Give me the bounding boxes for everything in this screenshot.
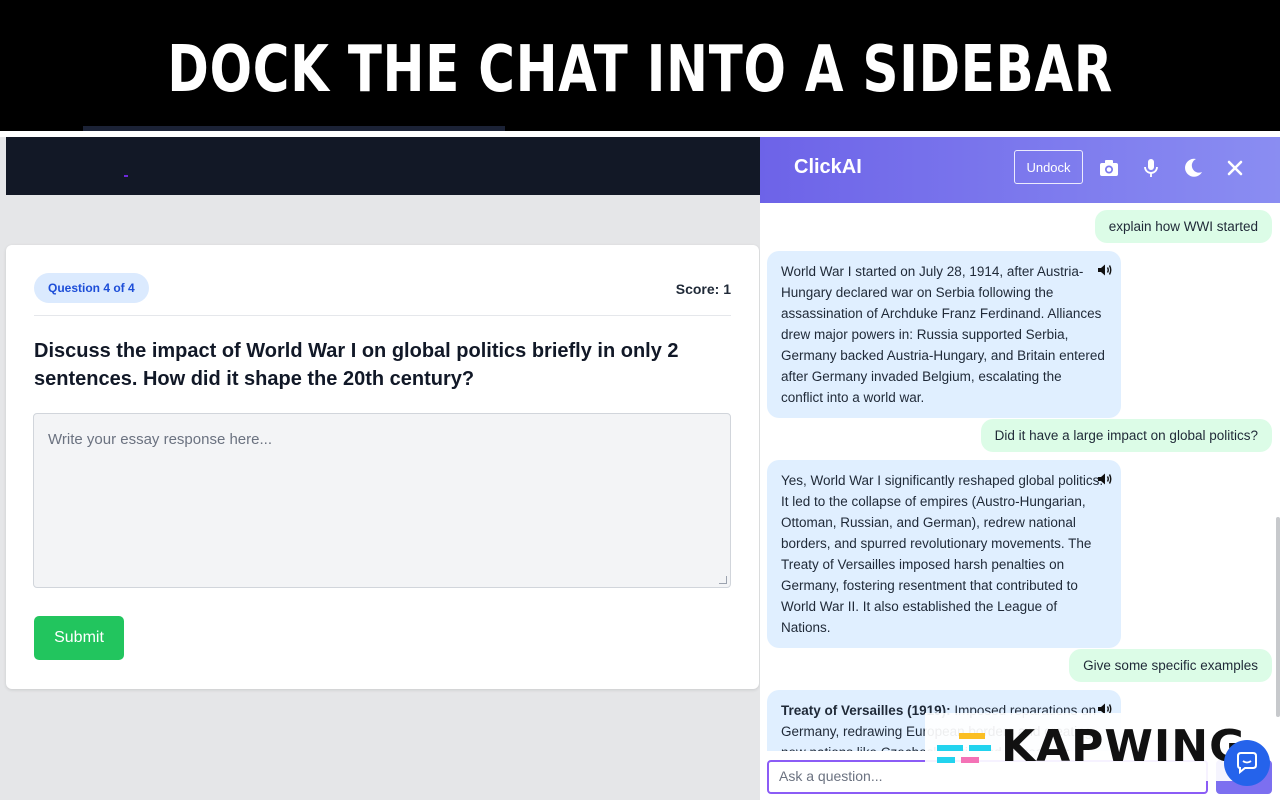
chat-bubble-icon: [1237, 752, 1257, 775]
chat-header: ClickAI Undock: [760, 137, 1280, 203]
app-header: [6, 137, 760, 195]
card-divider: [34, 315, 731, 316]
microphone-icon[interactable]: [1140, 157, 1162, 179]
user-message: Did it have a large impact on global pol…: [980, 419, 1272, 452]
ask-input-placeholder: Ask a question...: [779, 768, 883, 784]
chat-sidebar: ClickAI Undock explain how WWI started W…: [760, 137, 1280, 800]
kapwing-logo-icon: [937, 733, 991, 763]
chat-brand: ClickAI: [794, 156, 862, 178]
undock-button[interactable]: Undock: [1014, 150, 1083, 184]
caption-banner: DOCK THE CHAT INTO A SIDEBAR: [0, 0, 1280, 131]
watermark-text: KAPWING: [1001, 721, 1247, 772]
kapwing-watermark: KAPWING: [925, 713, 1255, 781]
user-message: Give some specific examples: [1069, 649, 1272, 682]
moon-icon[interactable]: [1182, 157, 1204, 179]
speaker-icon[interactable]: [1097, 472, 1113, 486]
banner-title: DOCK THE CHAT INTO A SIDEBAR: [167, 32, 1113, 107]
question-progress-badge: Question 4 of 4: [34, 273, 149, 303]
assistant-message-text: Yes, World War I significantly reshaped …: [781, 473, 1104, 635]
score-label: Score: 1: [675, 281, 731, 297]
user-message: explain how WWI started: [1094, 210, 1272, 243]
assistant-message: World War I started on July 28, 1914, af…: [767, 251, 1121, 418]
essay-placeholder: Write your essay response here...: [48, 431, 272, 448]
close-icon[interactable]: [1224, 157, 1246, 179]
chat-scrollbar[interactable]: [1276, 517, 1280, 717]
question-text: Discuss the impact of World War I on glo…: [34, 340, 679, 390]
assistant-message: Yes, World War I significantly reshaped …: [767, 460, 1121, 648]
essay-textarea[interactable]: Write your essay response here...: [33, 413, 731, 588]
camera-icon[interactable]: [1098, 157, 1120, 179]
resize-handle[interactable]: [719, 576, 727, 584]
help-button[interactable]: [1224, 740, 1270, 786]
submit-button[interactable]: Submit: [34, 616, 124, 660]
speaker-icon[interactable]: [1097, 263, 1113, 277]
chat-messages[interactable]: explain how WWI started World War I star…: [760, 203, 1280, 751]
assistant-message-text: World War I started on July 28, 1914, af…: [781, 264, 1105, 405]
question-card: Question 4 of 4 Score: 1 Discuss the imp…: [6, 245, 759, 689]
header-accent: [124, 175, 128, 177]
